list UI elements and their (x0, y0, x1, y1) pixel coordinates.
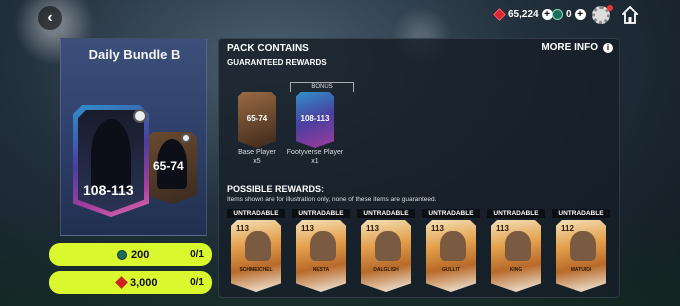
info-icon: i (603, 42, 613, 53)
untradable-tag: UNTRADABLE (422, 209, 480, 218)
card-player-name: KING (509, 267, 523, 273)
untradable-tag: UNTRADABLE (552, 209, 610, 218)
player-portrait (505, 231, 531, 261)
coin-icon (552, 9, 563, 20)
possible-reward-card[interactable]: UNTRADABLE 113 KING (487, 209, 545, 297)
player-portrait (245, 231, 271, 261)
untradable-tag: UNTRADABLE (487, 209, 545, 218)
price: 3,000 (115, 276, 158, 289)
untradable-tag: UNTRADABLE (292, 209, 350, 218)
bundle-title: Daily Bundle B (88, 47, 181, 62)
disclaimer: Items shown are for illustration only, n… (227, 196, 437, 203)
notification-dot (607, 5, 613, 11)
card-rating: 113 (431, 224, 444, 233)
card-rating: 113 (236, 224, 249, 233)
possible-reward-card[interactable]: UNTRADABLE 113 NESTA (292, 209, 350, 297)
card-player-name: NESTA (312, 267, 330, 273)
buy-with-gems-button[interactable]: 3,000 0/1 (49, 271, 212, 294)
card-player-name: GULLIT (441, 267, 461, 273)
card-rating: 113 (366, 224, 379, 233)
untradable-badge-icon (133, 109, 147, 123)
possible-reward-card[interactable]: UNTRADABLE 113 GULLIT (422, 209, 480, 297)
reward-name: Footyverse Player (286, 149, 344, 156)
player-portrait (310, 231, 336, 261)
add-gems-icon[interactable]: + (541, 9, 553, 20)
card-player-name: SCHMEICHEL (239, 267, 273, 273)
reward-rating: 65-74 (246, 114, 268, 123)
gem-amount: 65,224 (508, 9, 539, 20)
reward-rating: 108-113 (300, 114, 330, 123)
card-rating: 113 (496, 224, 509, 233)
card-rating: 113 (301, 224, 314, 233)
chevron-left-icon: ‹ (47, 9, 53, 26)
price-label: 3,000 (130, 276, 158, 289)
coin-amount: 0 (566, 9, 572, 20)
player-portrait (570, 231, 596, 261)
gem-icon (493, 8, 506, 21)
more-info-button[interactable]: MORE INFO i (541, 42, 613, 53)
pack-heading: PACK CONTAINS (227, 43, 309, 54)
reward-qty: x1 (311, 158, 319, 165)
coin-balance: 0 + (552, 9, 586, 20)
pack-contents-panel: PACK CONTAINS MORE INFO i GUARANTEED REW… (218, 38, 620, 298)
price: 200 (117, 249, 149, 261)
more-info-label: MORE INFO (541, 42, 598, 53)
player-portrait (440, 231, 466, 261)
player-portrait (375, 231, 401, 261)
possible-reward-card[interactable]: UNTRADABLE 113 SCHMEICHEL (227, 209, 285, 297)
purchase-limit: 0/1 (190, 249, 204, 260)
price-label: 200 (131, 248, 150, 261)
reward-label: Footyverse Player x1 (280, 148, 350, 166)
buy-with-coins-button[interactable]: 200 0/1 (49, 243, 212, 266)
bonus-tag: BONUS (290, 82, 354, 92)
guaranteed-heading: GUARANTEED REWARDS (227, 58, 327, 67)
add-coins-icon[interactable]: + (574, 9, 586, 20)
back-button[interactable]: ‹ (38, 6, 62, 30)
possible-reward-card[interactable]: UNTRADABLE 113 DALGLISH (357, 209, 415, 297)
home-icon[interactable] (622, 6, 638, 24)
footyverse-rating: 108-113 (83, 182, 134, 198)
possible-heading: POSSIBLE REWARDS: (227, 184, 325, 194)
card-rating: 112 (561, 224, 574, 233)
player-silhouette (91, 119, 131, 191)
card-player-name: DALGLISH (373, 267, 399, 273)
gem-balance: 65,224 + (493, 8, 553, 21)
coin-icon (117, 249, 127, 260)
base-rating: 65-74 (153, 159, 184, 173)
untradable-tag: UNTRADABLE (357, 209, 415, 218)
untradable-badge-icon (181, 133, 191, 143)
card-player-name: MATUIDI (570, 267, 592, 273)
gem-icon (115, 276, 128, 289)
bundle-panel[interactable]: Daily Bundle B 65-74 108-113 (60, 38, 207, 236)
purchase-limit: 0/1 (190, 277, 204, 288)
possible-reward-card[interactable]: UNTRADABLE 112 MATUIDI (552, 209, 610, 297)
untradable-tag: UNTRADABLE (227, 209, 285, 218)
